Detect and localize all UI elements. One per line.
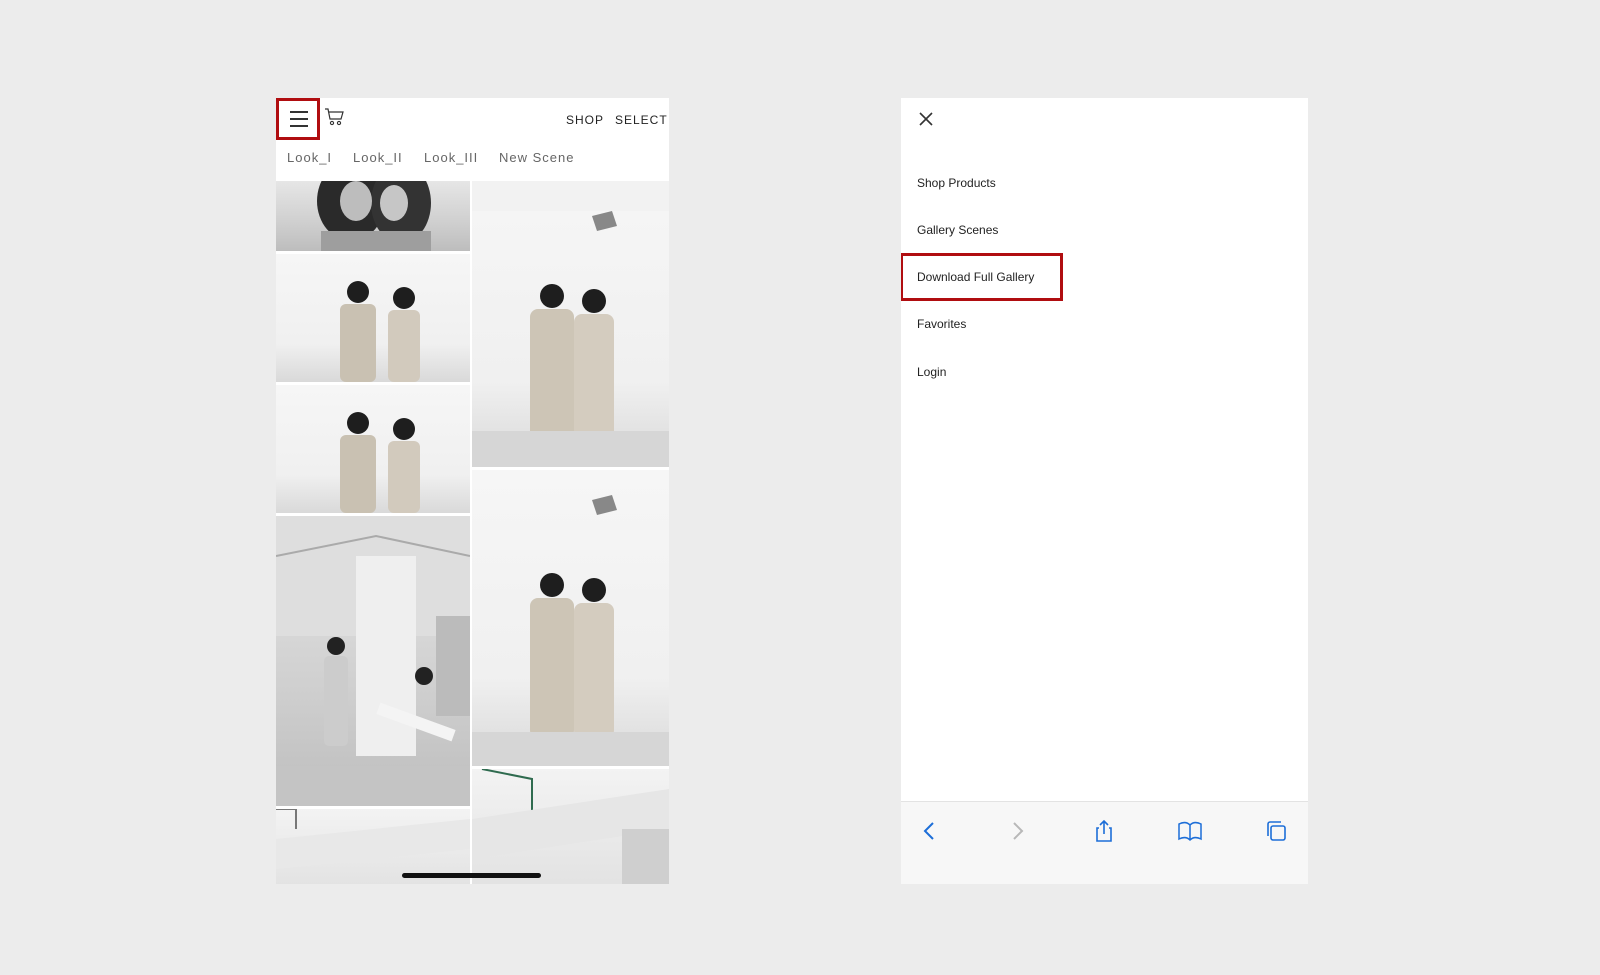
tab-new-scene[interactable]: New Scene <box>499 150 574 165</box>
photo-thumbnail[interactable] <box>276 385 470 513</box>
cart-icon[interactable] <box>324 107 346 127</box>
navigation-menu-screen: Shop Products Gallery Scenes Download Fu… <box>901 98 1308 884</box>
photo-thumbnail[interactable] <box>276 516 470 806</box>
menu-item-gallery-scenes[interactable]: Gallery Scenes <box>917 223 998 237</box>
menu-item-download-full-gallery[interactable]: Download Full Gallery <box>917 270 1034 284</box>
photo-thumbnail[interactable] <box>276 181 470 251</box>
bookmarks-icon[interactable] <box>1177 818 1203 844</box>
gallery-tabs: Look_I Look_II Look_III New Scene <box>276 150 669 180</box>
back-icon[interactable] <box>917 818 943 844</box>
menu-item-favorites[interactable]: Favorites <box>917 317 966 331</box>
menu-button[interactable] <box>276 98 320 140</box>
tab-look-iii[interactable]: Look_III <box>424 150 478 165</box>
tab-look-ii[interactable]: Look_II <box>353 150 403 165</box>
menu-item-shop-products[interactable]: Shop Products <box>917 176 996 190</box>
photo-thumbnail[interactable] <box>472 181 669 467</box>
photo-thumbnail[interactable] <box>472 769 669 884</box>
share-icon[interactable] <box>1091 818 1117 844</box>
tabs-icon[interactable] <box>1263 818 1289 844</box>
forward-icon[interactable] <box>1004 818 1030 844</box>
hamburger-icon <box>290 111 308 127</box>
close-icon[interactable] <box>917 110 935 128</box>
home-indicator <box>402 873 541 878</box>
menu-item-login[interactable]: Login <box>917 365 946 379</box>
photo-grid <box>276 181 669 884</box>
shop-link[interactable]: SHOP <box>566 113 604 127</box>
photo-thumbnail[interactable] <box>276 254 470 382</box>
select-link[interactable]: SELECT <box>615 113 668 127</box>
gallery-screen: SHOP SELECT Look_I Look_II Look_III New … <box>276 98 669 884</box>
photo-thumbnail[interactable] <box>472 470 669 766</box>
gallery-header: SHOP SELECT <box>276 98 669 144</box>
tab-look-i[interactable]: Look_I <box>287 150 332 165</box>
browser-toolbar <box>901 801 1308 884</box>
